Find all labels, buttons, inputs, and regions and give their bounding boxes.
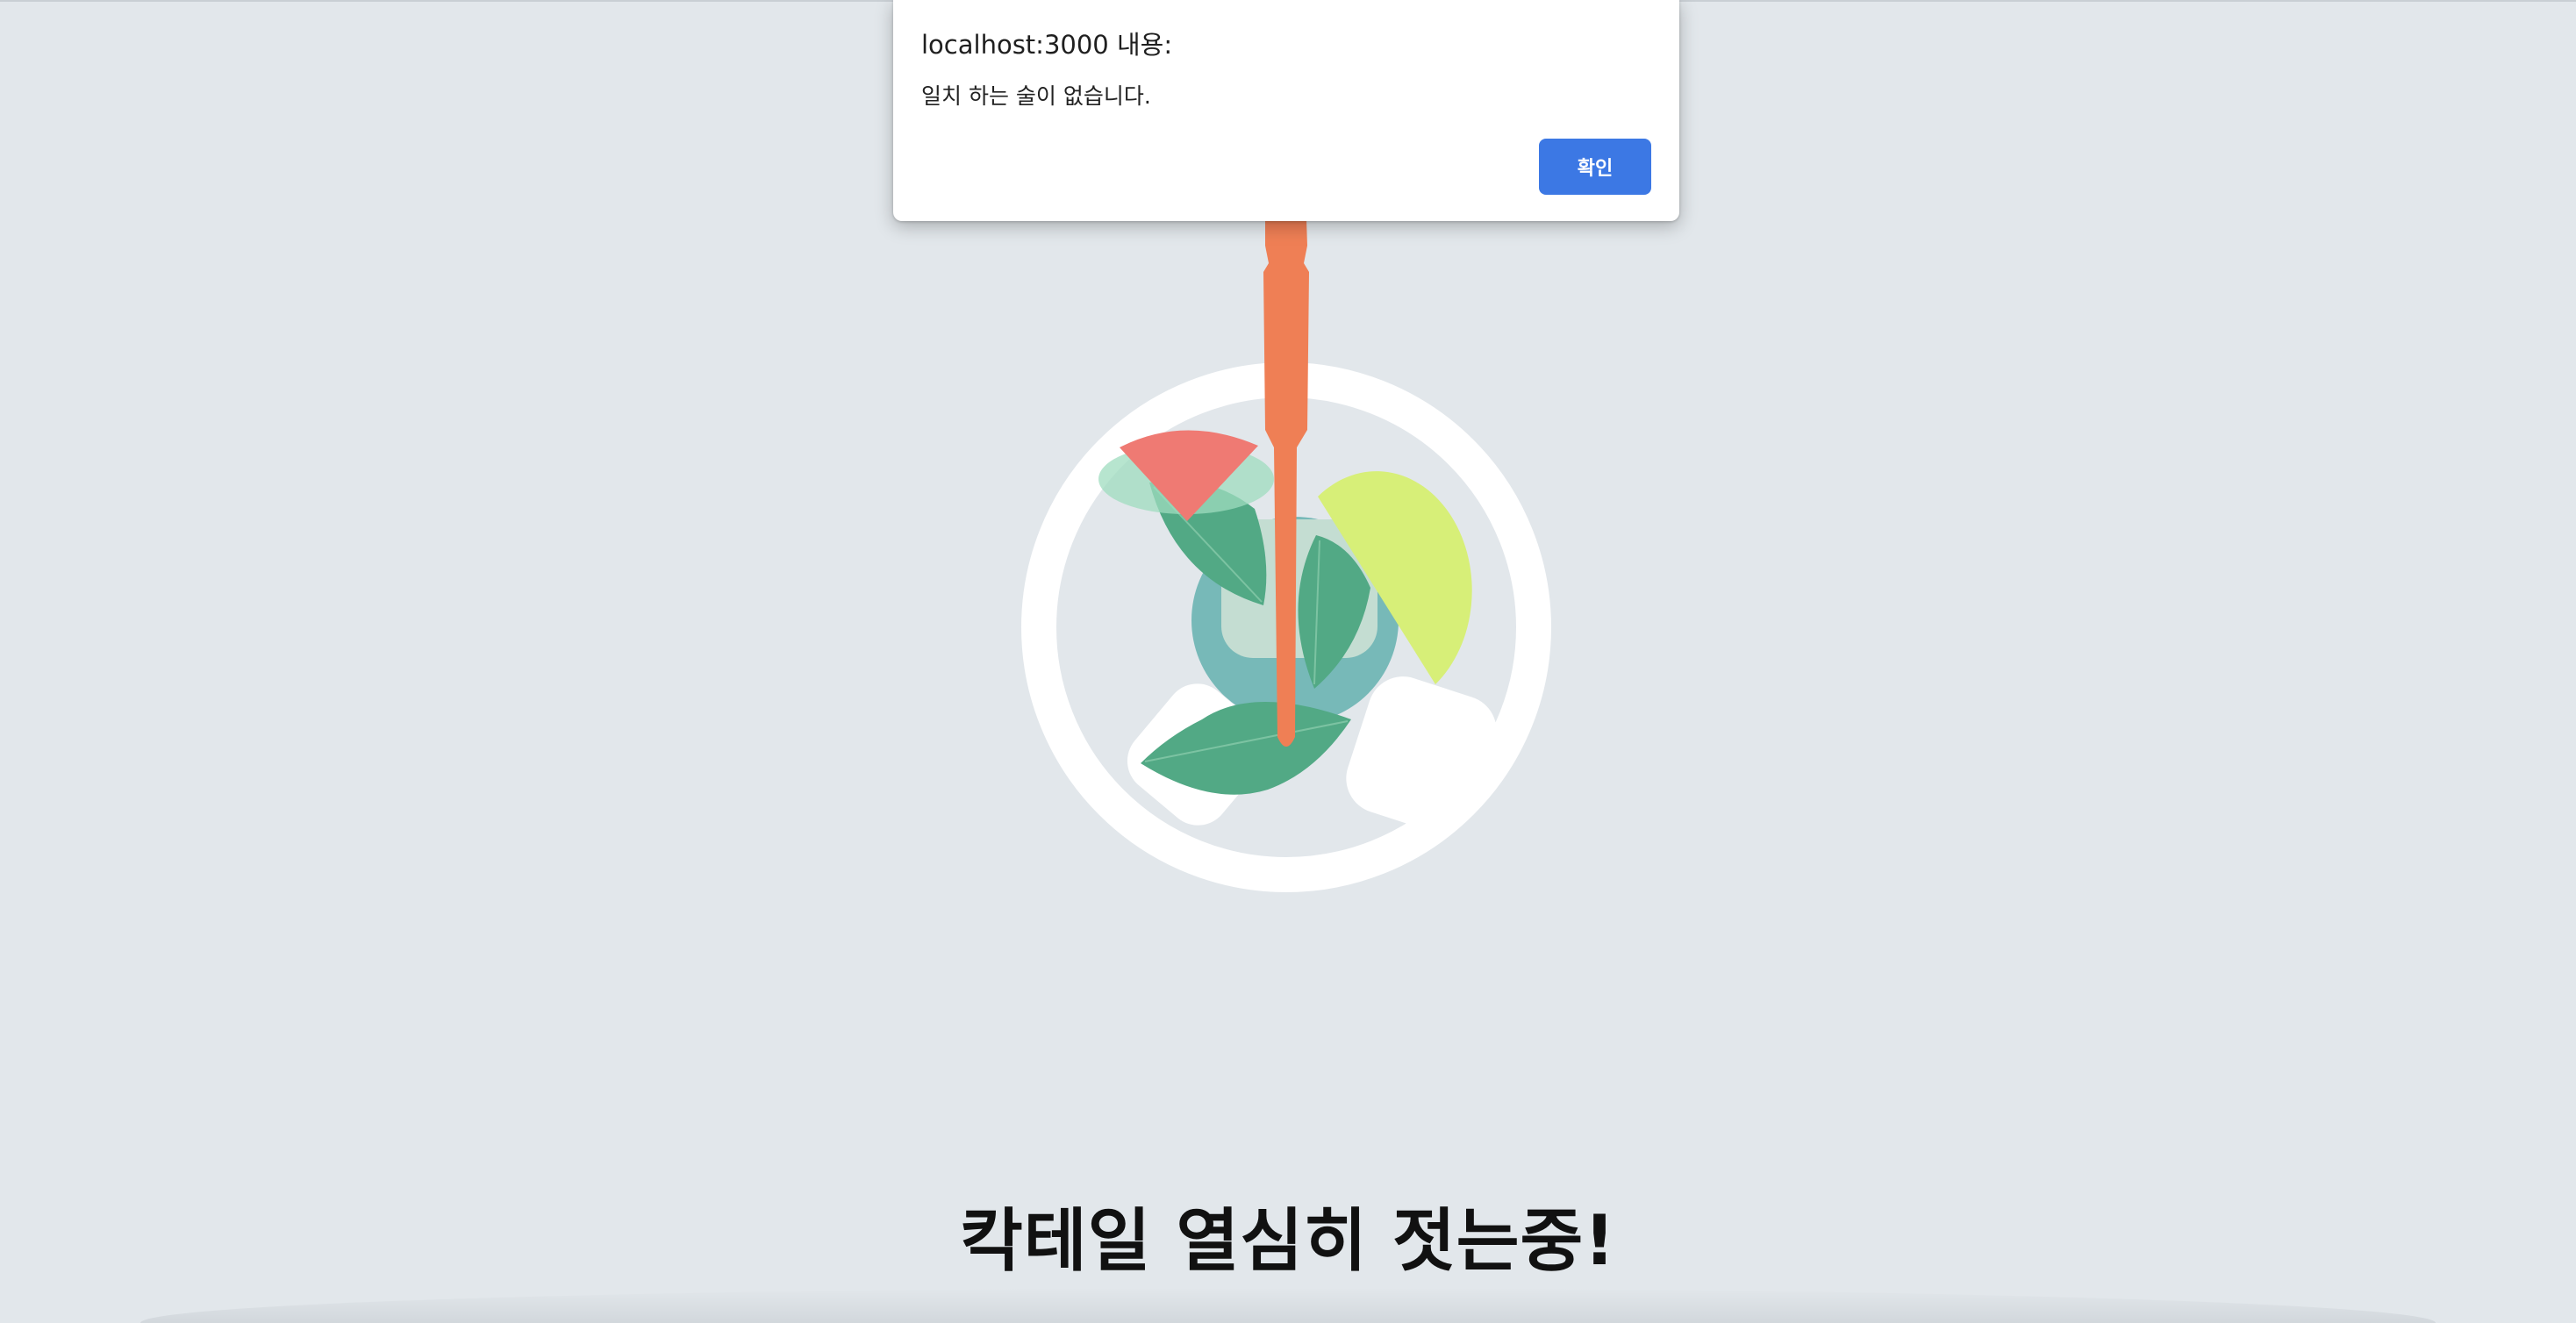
browser-viewport: 칵테일 열심히 젓는중! localhost:3000 내용: 일치 하는 술이… [0,0,2576,1323]
alert-dialog: localhost:3000 내용: 일치 하는 술이 없습니다. 확인 [893,0,1679,221]
dialog-title: localhost:3000 내용: [921,30,1173,60]
confirm-button[interactable]: 확인 [1539,139,1651,195]
bottom-shadow [140,1288,2436,1323]
dialog-message: 일치 하는 술이 없습니다. [921,83,1151,109]
cocktail-glass-stirring-icon [1021,193,1551,892]
loading-headline: 칵테일 열심히 젓는중! [960,1202,1616,1281]
